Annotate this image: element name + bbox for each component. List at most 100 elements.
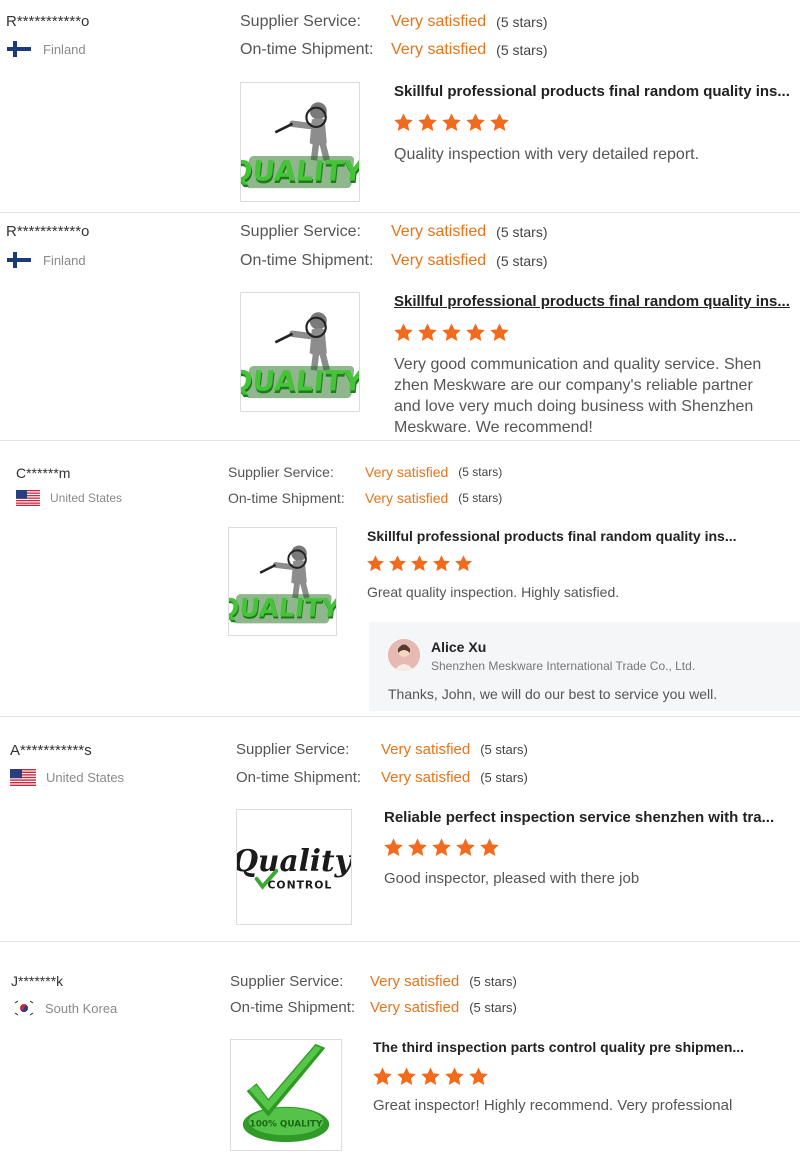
rating-value: Very satisfied	[391, 223, 487, 240]
star-rating	[393, 322, 513, 343]
review-comment: Very good communication and quality serv…	[394, 356, 762, 436]
supplier-service-rating: Supplier Service: Very satisfied (5 star…	[240, 223, 548, 241]
supplier-reply: Alice Xu Shenzhen Meskware International…	[369, 622, 800, 711]
rating-count: (5 stars)	[480, 770, 528, 785]
country-name: United States	[50, 491, 123, 505]
review-comment: Good inspector, pleased with there job	[384, 870, 640, 887]
review-card: R***********o Finland Supplier Service: …	[0, 0, 800, 213]
review-card: C******m United States Supplier Service:…	[0, 441, 800, 717]
rating-value: Very satisfied	[391, 41, 487, 58]
star-icon	[417, 112, 438, 133]
rating-count: (5 stars)	[480, 742, 528, 757]
star-icon	[431, 837, 452, 858]
star-rating	[372, 1066, 492, 1087]
star-icon	[396, 1066, 417, 1087]
rating-count: (5 stars)	[458, 491, 503, 505]
product-title-link[interactable]: Reliable perfect inspection service shen…	[384, 809, 784, 826]
usa-flag-icon	[16, 490, 40, 506]
quality-magnifier-image[interactable]	[240, 292, 360, 412]
review-comment: Great inspector! Highly recommend. Very …	[373, 1097, 733, 1114]
supplier-service-label: Supplier Service:	[240, 223, 361, 240]
review-card: R***********o Finland Supplier Service: …	[0, 213, 800, 441]
review-comment: Great quality inspection. Highly satisfi…	[367, 584, 620, 600]
reviewer-country: United States	[16, 490, 122, 506]
supplier-service-label: Supplier Service:	[230, 973, 344, 990]
star-icon	[407, 837, 428, 858]
quality-magnifier-image[interactable]	[240, 82, 360, 202]
quality-script-text: Quality	[237, 843, 351, 878]
reviewer-country: Finland	[7, 252, 86, 268]
on-time-shipment-rating: On-time Shipment: Very satisfied (5 star…	[240, 252, 548, 270]
finland-flag-icon	[7, 41, 31, 57]
supplier-service-rating: Supplier Service: Very satisfied (5 star…	[230, 973, 517, 990]
product-title-link[interactable]: Skillful professional products final ran…	[394, 83, 794, 100]
reviewer-country: South Korea	[13, 1000, 117, 1016]
star-icon	[454, 554, 473, 573]
star-icon	[417, 322, 438, 343]
star-rating	[366, 554, 476, 573]
star-icon	[468, 1066, 489, 1087]
star-icon	[372, 1066, 393, 1087]
reply-company: Shenzhen Meskware International Trade Co…	[431, 659, 696, 673]
product-title-link[interactable]: Skillful professional products final ran…	[367, 528, 787, 544]
star-icon	[455, 837, 476, 858]
rating-count: (5 stars)	[496, 224, 548, 240]
rating-value: Very satisfied	[365, 490, 449, 506]
star-icon	[410, 554, 429, 573]
reviewer-country: Finland	[7, 41, 86, 57]
rating-value: Very satisfied	[381, 741, 471, 758]
on-time-shipment-label: On-time Shipment:	[240, 252, 374, 269]
review-card: A***********s United States Supplier Ser…	[0, 717, 800, 942]
country-name: South Korea	[45, 1000, 118, 1016]
reviewer-name: A***********s	[10, 742, 92, 759]
reply-text: Thanks, John, we will do our best to ser…	[388, 686, 718, 702]
star-rating	[393, 112, 513, 133]
on-time-shipment-label: On-time Shipment:	[236, 769, 362, 786]
reviewer-name: R***********o	[6, 13, 90, 30]
star-icon	[393, 112, 414, 133]
star-icon	[393, 322, 414, 343]
on-time-shipment-label: On-time Shipment:	[240, 41, 374, 58]
reviewer-country: United States	[10, 769, 124, 786]
star-rating	[383, 837, 503, 858]
star-icon	[432, 554, 451, 573]
supplier-service-label: Supplier Service:	[228, 464, 334, 480]
star-icon	[465, 322, 486, 343]
star-icon	[383, 837, 404, 858]
quality-control-logo-image[interactable]: Quality CONTROL	[236, 809, 352, 925]
star-icon	[441, 112, 462, 133]
finland-flag-icon	[7, 252, 31, 268]
product-title-link[interactable]: Skillful professional products final ran…	[394, 293, 794, 310]
rating-count: (5 stars)	[469, 1000, 517, 1015]
star-icon	[465, 112, 486, 133]
review-comment: Quality inspection with very detailed re…	[394, 146, 700, 163]
reviewer-name: J*******k	[11, 973, 64, 989]
star-icon	[444, 1066, 465, 1087]
green-checkmark-quality-seal-image[interactable]: 100% QUALITY	[230, 1039, 342, 1151]
avatar	[388, 639, 420, 671]
rating-value: Very satisfied	[370, 999, 460, 1016]
supplier-service-rating: Supplier Service: Very satisfied (5 star…	[236, 741, 528, 758]
rating-value: Very satisfied	[370, 973, 460, 990]
country-name: Finland	[43, 252, 86, 268]
country-name: Finland	[43, 41, 86, 57]
quality-magnifier-image[interactable]	[228, 527, 337, 636]
rating-value: Very satisfied	[391, 13, 487, 30]
reply-author: Alice Xu	[431, 639, 487, 655]
on-time-shipment-rating: On-time Shipment: Very satisfied (5 star…	[230, 999, 517, 1016]
product-title-link[interactable]: The third inspection parts control quali…	[373, 1039, 773, 1055]
rating-value: Very satisfied	[391, 252, 487, 269]
star-icon	[489, 112, 510, 133]
supplier-service-label: Supplier Service:	[240, 13, 361, 30]
review-card: J*******k South Korea Supplier Service: …	[0, 942, 800, 1166]
usa-flag-icon	[10, 769, 36, 786]
rating-count: (5 stars)	[496, 42, 548, 58]
star-icon	[479, 837, 500, 858]
star-icon	[441, 322, 462, 343]
country-name: United States	[46, 770, 125, 785]
rating-count: (5 stars)	[496, 253, 548, 269]
rating-count: (5 stars)	[458, 465, 503, 479]
rating-count: (5 stars)	[496, 14, 548, 30]
control-caption-text: CONTROL	[268, 879, 333, 892]
star-icon	[420, 1066, 441, 1087]
